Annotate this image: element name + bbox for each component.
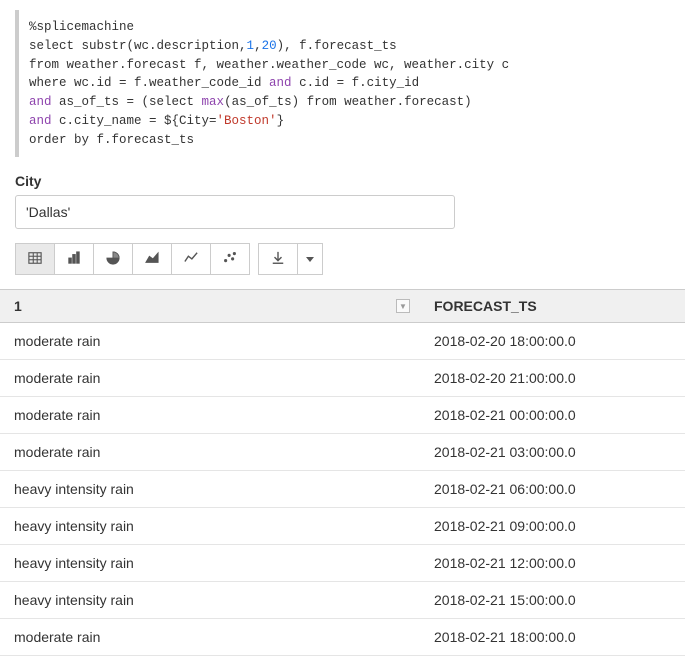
- scatter-chart-button[interactable]: [210, 243, 250, 275]
- table-row: heavy intensity rain2018-02-21 15:00:00.…: [0, 582, 685, 619]
- cell-forecast-ts: 2018-02-21 00:00:00.0: [420, 397, 685, 434]
- table-row: heavy intensity rain2018-02-21 06:00:00.…: [0, 471, 685, 508]
- cell-forecast-ts: 2018-02-21 09:00:00.0: [420, 508, 685, 545]
- line-chart-button[interactable]: [171, 243, 211, 275]
- table-row: heavy intensity rain2018-02-21 09:00:00.…: [0, 508, 685, 545]
- cell-description: heavy intensity rain: [0, 582, 420, 619]
- table-view-button[interactable]: [15, 243, 55, 275]
- cell-description: moderate rain: [0, 323, 420, 360]
- download-icon: [271, 251, 285, 268]
- download-menu-button[interactable]: [297, 243, 323, 275]
- pie-chart-button[interactable]: [93, 243, 133, 275]
- column-header-forecast-ts[interactable]: FORECAST_TS: [420, 290, 685, 323]
- results-table: 1 ▼ FORECAST_TS moderate rain2018-02-20 …: [0, 289, 685, 656]
- bar-chart-button[interactable]: [54, 243, 94, 275]
- cell-forecast-ts: 2018-02-20 21:00:00.0: [420, 360, 685, 397]
- cell-forecast-ts: 2018-02-21 06:00:00.0: [420, 471, 685, 508]
- results-tbody: moderate rain2018-02-20 18:00:00.0modera…: [0, 323, 685, 656]
- cell-forecast-ts: 2018-02-21 15:00:00.0: [420, 582, 685, 619]
- city-input[interactable]: [15, 195, 455, 229]
- chevron-down-icon: [306, 257, 314, 262]
- area-chart-button[interactable]: [132, 243, 172, 275]
- sql-code-block: %splicemachine select substr(wc.descript…: [15, 10, 670, 157]
- pie-chart-icon: [106, 251, 120, 268]
- cell-description: moderate rain: [0, 619, 420, 656]
- cell-forecast-ts: 2018-02-21 12:00:00.0: [420, 545, 685, 582]
- cell-forecast-ts: 2018-02-21 03:00:00.0: [420, 434, 685, 471]
- table-row: moderate rain2018-02-21 03:00:00.0: [0, 434, 685, 471]
- table-row: moderate rain2018-02-21 18:00:00.0: [0, 619, 685, 656]
- table-row: heavy intensity rain2018-02-21 12:00:00.…: [0, 545, 685, 582]
- line-chart-icon: [184, 251, 198, 268]
- table-icon: [28, 251, 42, 268]
- scatter-chart-icon: [223, 251, 237, 268]
- cell-description: moderate rain: [0, 434, 420, 471]
- result-toolbar: [0, 243, 685, 289]
- download-button[interactable]: [258, 243, 298, 275]
- table-row: moderate rain2018-02-20 18:00:00.0: [0, 323, 685, 360]
- table-row: moderate rain2018-02-20 21:00:00.0: [0, 360, 685, 397]
- cell-forecast-ts: 2018-02-20 18:00:00.0: [420, 323, 685, 360]
- sort-indicator-icon[interactable]: ▼: [396, 299, 410, 313]
- column-header-1[interactable]: 1 ▼: [0, 290, 420, 323]
- cell-description: heavy intensity rain: [0, 471, 420, 508]
- cell-description: moderate rain: [0, 360, 420, 397]
- bar-chart-icon: [67, 251, 81, 268]
- city-label: City: [0, 173, 685, 195]
- cell-description: heavy intensity rain: [0, 545, 420, 582]
- cell-description: heavy intensity rain: [0, 508, 420, 545]
- cell-forecast-ts: 2018-02-21 18:00:00.0: [420, 619, 685, 656]
- table-row: moderate rain2018-02-21 00:00:00.0: [0, 397, 685, 434]
- area-chart-icon: [145, 251, 159, 268]
- cell-description: moderate rain: [0, 397, 420, 434]
